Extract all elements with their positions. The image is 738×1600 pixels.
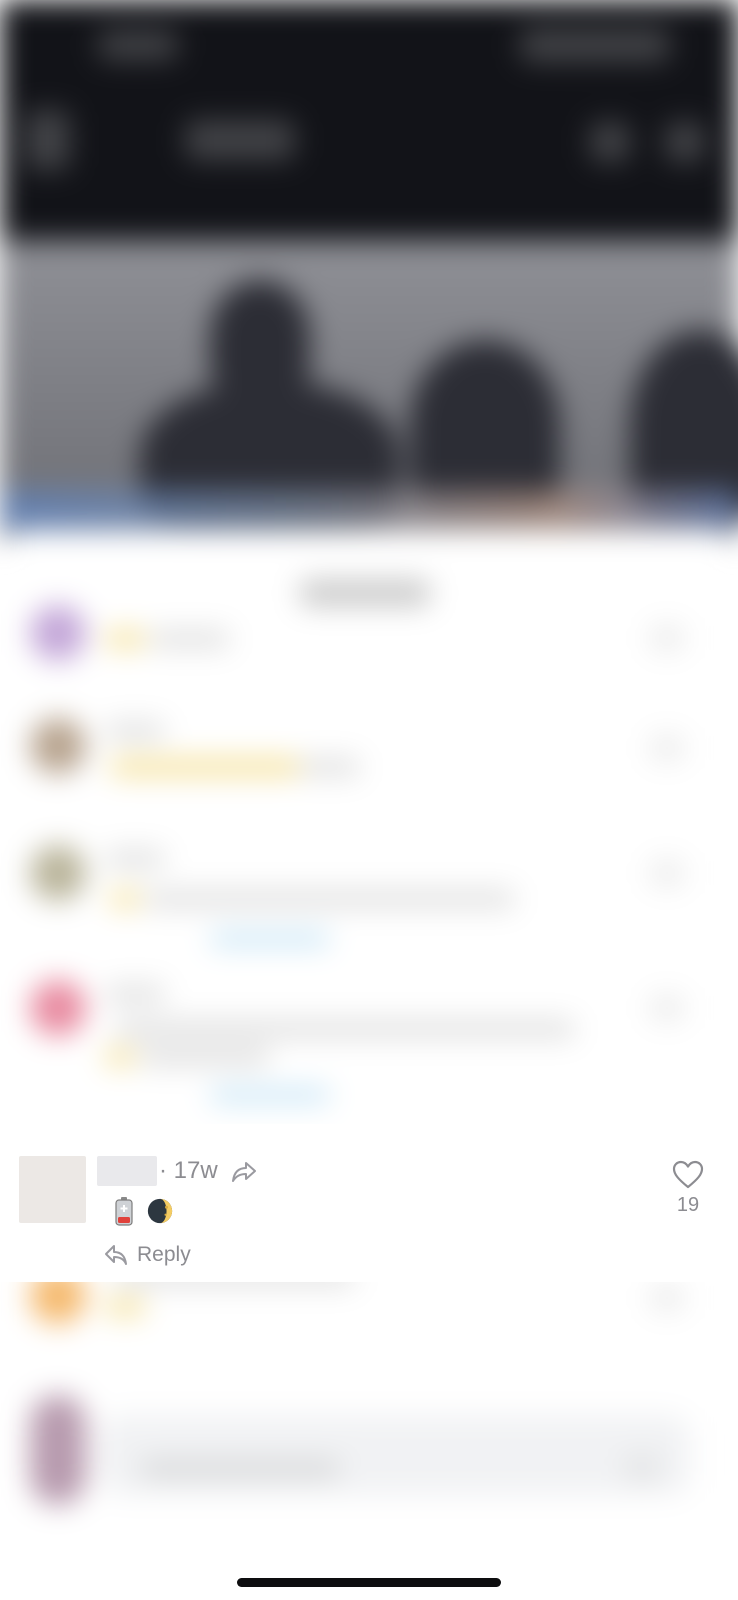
comment-link-blur	[210, 932, 330, 946]
input-placeholder-blur	[140, 1460, 340, 1478]
comments-sheet-title-blur	[300, 580, 430, 606]
comment-input-blur	[100, 1415, 690, 1495]
like-icon	[650, 625, 684, 651]
comment-text-blur	[105, 1048, 135, 1066]
like-icon	[650, 735, 684, 761]
comment-timestamp: · 17w	[159, 1157, 218, 1184]
header-menu-icon	[665, 122, 705, 162]
avatar	[30, 718, 86, 774]
avatar	[30, 980, 86, 1036]
moon-icon	[147, 1198, 173, 1224]
avatar	[30, 845, 86, 901]
comment-text-blur	[145, 890, 515, 908]
video-bottom-strip	[0, 490, 738, 530]
reply-button[interactable]: Reply	[104, 1238, 191, 1272]
video-figure	[410, 340, 560, 510]
video-title-blur	[185, 120, 295, 160]
comment-link-blur	[210, 1088, 330, 1102]
comment-text-blur	[105, 722, 165, 740]
like-icon	[650, 1285, 684, 1311]
username-redacted[interactable]	[97, 1156, 157, 1186]
video-figure	[210, 280, 310, 390]
back-icon	[25, 110, 70, 170]
status-indicators-blur	[520, 28, 670, 62]
home-indicator[interactable]	[237, 1578, 501, 1587]
like-button[interactable]: 19	[668, 1160, 708, 1217]
like-icon	[650, 995, 684, 1021]
blurred-background	[0, 0, 738, 1600]
reply-arrow-icon	[105, 1245, 127, 1265]
avatar	[30, 1395, 86, 1505]
like-count: 19	[676, 1194, 700, 1216]
status-time-blur	[98, 30, 178, 60]
comment-text-blur	[105, 985, 165, 1003]
header-action-icon	[590, 122, 630, 162]
focused-comment: · 17w Reply 19	[0, 1124, 738, 1282]
badge-row	[110, 1195, 174, 1227]
comment-text-blur	[105, 850, 165, 868]
reply-label: Reply	[137, 1243, 191, 1266]
comment-text-blur	[105, 1298, 145, 1316]
comment-text-blur	[300, 758, 360, 776]
comment-text-blur	[105, 630, 145, 648]
comment-text-blur	[140, 1048, 270, 1066]
avatar[interactable]	[19, 1156, 86, 1223]
like-icon	[650, 860, 684, 886]
comment-text-blur	[110, 758, 300, 776]
battery-low-icon	[115, 1197, 133, 1226]
share-arrow-icon[interactable]	[231, 1160, 257, 1184]
comment-text-blur	[150, 630, 230, 648]
send-icon	[625, 1455, 659, 1481]
avatar	[30, 605, 86, 661]
heart-outline-icon	[672, 1160, 704, 1189]
comment-text-blur	[110, 890, 140, 908]
comment-text-blur	[115, 1020, 575, 1038]
